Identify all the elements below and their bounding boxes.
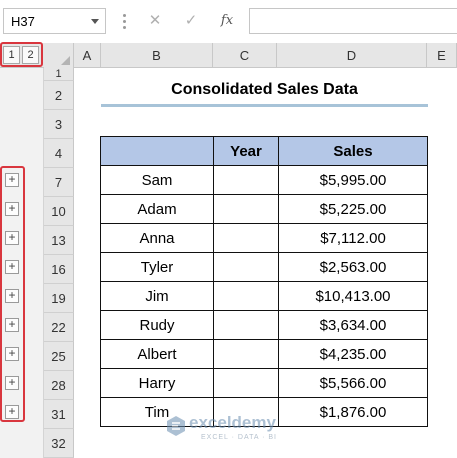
name-cell[interactable]: Tyler: [100, 252, 214, 282]
watermark-name: exceldemy: [189, 413, 276, 432]
table-row: Harry $5,566.00: [100, 368, 428, 398]
name-cell[interactable]: Harry: [100, 368, 214, 398]
row-header[interactable]: 13: [44, 226, 74, 255]
header-cell[interactable]: Year: [213, 136, 279, 166]
name-cell[interactable]: Rudy: [100, 310, 214, 340]
column-header-d[interactable]: D: [277, 43, 427, 68]
table-row: Jim $10,413.00: [100, 281, 428, 311]
year-cell[interactable]: [213, 252, 279, 282]
year-cell[interactable]: [213, 165, 279, 195]
year-cell[interactable]: [213, 223, 279, 253]
formula-input[interactable]: [249, 8, 457, 34]
year-cell[interactable]: [213, 339, 279, 369]
year-cell[interactable]: [213, 368, 279, 398]
row-header[interactable]: 10: [44, 197, 74, 226]
highlight-expand-buttons: [0, 166, 25, 422]
row-header[interactable]: 2: [44, 81, 74, 110]
select-all-corner[interactable]: [44, 43, 74, 68]
row-header[interactable]: 31: [44, 400, 74, 429]
row-header[interactable]: 25: [44, 342, 74, 371]
name-cell[interactable]: Adam: [100, 194, 214, 224]
insert-function-icon[interactable]: fx: [216, 9, 238, 33]
watermark-tagline: EXCEL · DATA · BI: [201, 434, 277, 441]
row-header[interactable]: 16: [44, 255, 74, 284]
sales-cell[interactable]: $3,634.00: [278, 310, 428, 340]
row-header[interactable]: 22: [44, 313, 74, 342]
sales-table: Year Sales Sam $5,995.00 Adam $5,225.00 …: [100, 136, 428, 427]
column-header-e[interactable]: E: [427, 43, 457, 68]
table-row: Anna $7,112.00: [100, 223, 428, 253]
column-header-b[interactable]: B: [101, 43, 213, 68]
name-cell[interactable]: Albert: [100, 339, 214, 369]
row-header[interactable]: 32: [44, 429, 74, 458]
sales-cell[interactable]: $2,563.00: [278, 252, 428, 282]
name-cell[interactable]: Jim: [100, 281, 214, 311]
cancel-icon[interactable]: ✕: [145, 9, 165, 33]
sales-cell[interactable]: $10,413.00: [278, 281, 428, 311]
table-row: Tyler $2,563.00: [100, 252, 428, 282]
row-header[interactable]: 28: [44, 371, 74, 400]
column-header-a[interactable]: A: [74, 43, 101, 68]
exceldemy-watermark: exceldemy EXCEL · DATA · BI: [165, 413, 345, 445]
name-box[interactable]: H37: [3, 8, 106, 34]
year-cell[interactable]: [213, 310, 279, 340]
header-cell[interactable]: Sales: [278, 136, 428, 166]
sales-cell[interactable]: $4,235.00: [278, 339, 428, 369]
exceldemy-logo-icon: [167, 416, 185, 436]
name-cell[interactable]: Anna: [100, 223, 214, 253]
year-cell[interactable]: [213, 281, 279, 311]
drag-handle-icon[interactable]: [118, 12, 132, 30]
sales-cell[interactable]: $7,112.00: [278, 223, 428, 253]
enter-icon[interactable]: ✓: [181, 9, 201, 33]
table-row: Sam $5,995.00: [100, 165, 428, 195]
row-header[interactable]: 1: [44, 68, 74, 81]
column-header-c[interactable]: C: [213, 43, 277, 68]
row-header[interactable]: 3: [44, 110, 74, 139]
name-cell[interactable]: Sam: [100, 165, 214, 195]
highlight-level-buttons: [0, 42, 43, 67]
year-cell[interactable]: [213, 194, 279, 224]
row-header[interactable]: 4: [44, 139, 74, 168]
table-row: Rudy $3,634.00: [100, 310, 428, 340]
table-row: Albert $4,235.00: [100, 339, 428, 369]
chevron-down-icon[interactable]: [91, 19, 99, 24]
table-row: Adam $5,225.00: [100, 194, 428, 224]
header-cell[interactable]: [100, 136, 214, 166]
row-header[interactable]: 7: [44, 168, 74, 197]
table-header-row: Year Sales: [100, 136, 428, 166]
sheet-title: Consolidated Sales Data: [171, 81, 358, 98]
row-header[interactable]: 19: [44, 284, 74, 313]
name-box-value: H37: [11, 14, 35, 29]
sales-cell[interactable]: $5,566.00: [278, 368, 428, 398]
sales-cell[interactable]: $5,995.00: [278, 165, 428, 195]
title-underline: [101, 104, 428, 107]
sales-cell[interactable]: $5,225.00: [278, 194, 428, 224]
formula-bar: H37 ✕ ✓ fx: [0, 0, 457, 43]
